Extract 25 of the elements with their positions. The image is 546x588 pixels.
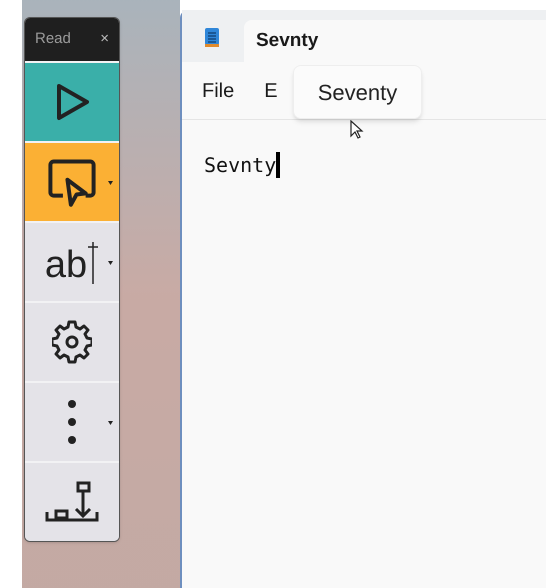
text-tool-label: ab — [44, 246, 88, 284]
tooltip: Seventy — [293, 65, 422, 119]
mouse-pointer-icon — [350, 120, 364, 140]
more-tool-button[interactable] — [25, 381, 119, 461]
export-tool-button[interactable] — [25, 461, 119, 541]
document-text: Sevnty — [204, 152, 276, 179]
play-tool-button[interactable] — [25, 61, 119, 141]
menu-item[interactable]: File — [202, 76, 234, 106]
caret-icon — [108, 421, 113, 425]
document-tab[interactable]: Sevnty — [244, 20, 546, 62]
text-caret — [276, 152, 280, 178]
toolbar-title: Read — [35, 29, 71, 50]
caret-icon — [108, 261, 113, 265]
pointer-in-box-icon — [47, 157, 97, 207]
tray-down-arrow-icon — [44, 481, 100, 523]
select-tool-button[interactable] — [25, 141, 119, 221]
menu-item[interactable]: E — [264, 76, 278, 106]
settings-icon — [52, 319, 92, 365]
text-cursor-icon — [87, 240, 100, 284]
vertical-dots-icon — [67, 399, 77, 445]
text-tool-button[interactable]: ab — [25, 221, 119, 301]
settings-tool-button[interactable] — [25, 301, 119, 381]
caret-icon — [108, 181, 113, 185]
notepad-icon — [204, 26, 220, 48]
close-button[interactable]: × — [100, 28, 109, 51]
